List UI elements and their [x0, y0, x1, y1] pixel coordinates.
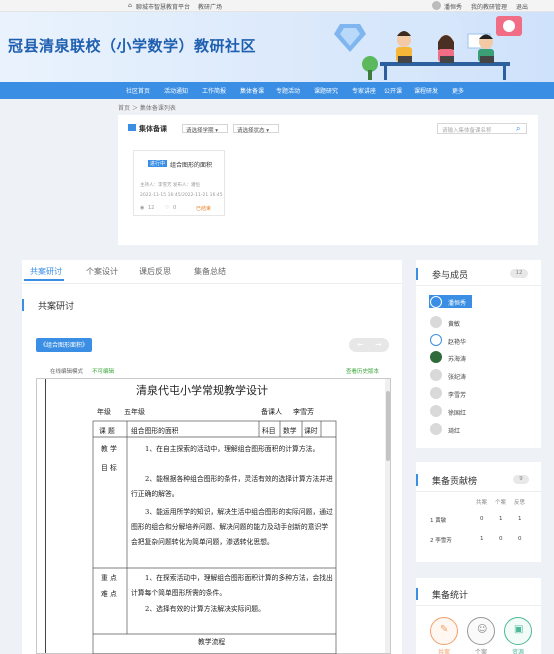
ranking-title: 集备贡献榜 [432, 477, 478, 487]
topic-value: 组合图形的面积 [131, 427, 179, 435]
member-name[interactable]: 张纪涛 [448, 372, 466, 381]
shared-stat-label: 共案 [438, 649, 451, 654]
key-label-2: 难 点 [101, 590, 117, 598]
members-accent [416, 268, 418, 280]
goal-label-1: 教 学 [101, 445, 117, 453]
subject-label: 科目 [262, 427, 276, 435]
members-count: 12 [515, 270, 523, 276]
ranking-divider [416, 491, 541, 492]
rank-row-val: 0 [518, 536, 522, 542]
period-label: 课时 [304, 427, 318, 435]
rank-row-name: 1 黄敏 [430, 518, 447, 524]
members-divider [416, 285, 541, 286]
subject-value: 数学 [283, 427, 297, 435]
members-title: 参与成员 [432, 271, 469, 281]
rank-row-val: 1 [480, 536, 484, 542]
resource-stat-icon[interactable]: ▣ [504, 617, 532, 645]
ranking-count: 9 [519, 476, 523, 482]
member-avatar [430, 405, 442, 417]
individual-stat-icon[interactable]: ☺ [467, 617, 495, 645]
rank-header-shared: 共案 [476, 500, 488, 506]
member-name[interactable]: 潘恒秀 [448, 298, 466, 307]
member-name[interactable]: 徐国红 [448, 408, 466, 417]
members-count-badge: 12 [510, 269, 528, 278]
member-avatar [430, 387, 442, 399]
member-name[interactable]: 李雪芳 [448, 390, 466, 399]
goal-3: 3、能运用所学的知识，解决生活中组合图形的实际问题，通过图形的组合和分解培养问题… [131, 508, 333, 546]
member-name[interactable]: 赵艳华 [448, 337, 466, 346]
stats-accent [416, 588, 418, 600]
topic-label: 课 题 [99, 427, 115, 435]
key-2: 2、选择有效的计算方法解决实际问题。 [145, 605, 265, 613]
member-name[interactable]: 琦红 [448, 426, 460, 435]
shared-stat-icon[interactable]: ✎ [430, 617, 458, 645]
goal-label-2: 目 标 [101, 464, 117, 472]
member-avatar [430, 296, 442, 308]
flow-label: 教学流程 [198, 638, 226, 646]
rank-row-name: 2 李雪芳 [430, 538, 452, 544]
member-name[interactable]: 黄敏 [448, 319, 460, 328]
rank-row-val: 0 [480, 516, 484, 522]
rank-header-reflection: 反思 [514, 500, 526, 506]
rank-row-val: 0 [499, 536, 503, 542]
member-avatar [430, 316, 442, 328]
key-1: 1、在探索活动中，理解组合图形面积计算的多种方法，会找出计算每个简单图形所需的条… [131, 574, 333, 597]
goal-2: 2、能根据各种组合图形的条件，灵活有效的选择计算方法并进行正确的解答。 [131, 475, 333, 498]
key-label-1: 重 点 [101, 574, 117, 582]
member-name[interactable]: 苏海涛 [448, 354, 466, 363]
member-avatar [430, 369, 442, 381]
individual-stat-label: 个案 [475, 649, 488, 654]
rank-header-individual: 个案 [495, 500, 507, 506]
ranking-count-badge: 9 [513, 475, 529, 484]
rank-row-val: 1 [518, 516, 522, 522]
rank-row-val: 1 [499, 516, 503, 522]
stats-title: 集备统计 [432, 591, 469, 601]
resource-stat-label: 资源 [512, 649, 525, 654]
member-avatar [430, 423, 442, 435]
stats-divider [416, 605, 541, 606]
ranking-accent [416, 474, 418, 486]
member-avatar [430, 351, 442, 363]
goal-1: 1、在自主探索的活动中，理解组合图形面积的计算方法。 [145, 445, 320, 453]
member-avatar [430, 334, 442, 346]
